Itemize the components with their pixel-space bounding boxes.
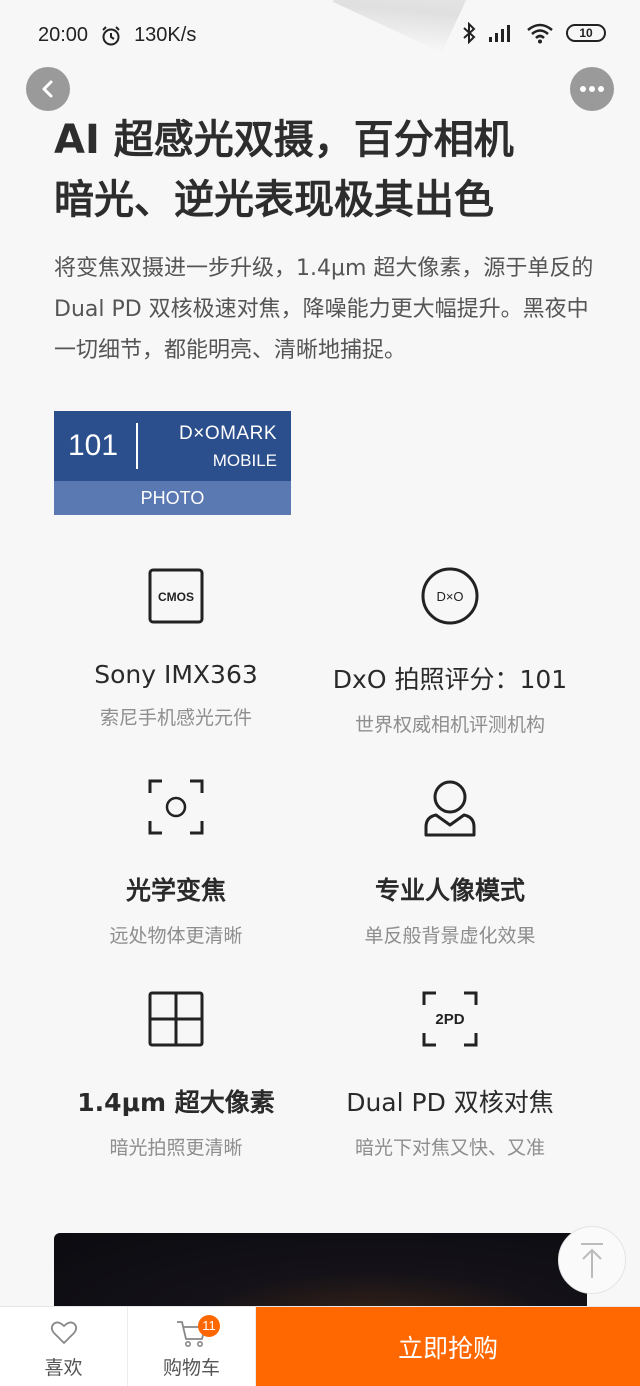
feature-portrait-mode: 专业人像模式 单反般背景虚化效果: [300, 777, 600, 948]
more-dots-icon: [580, 86, 604, 92]
wifi-icon: [527, 23, 553, 44]
headline: AI 超感光双摄，百分相机 暗光、逆光表现极其出色: [54, 110, 614, 230]
cart-count-badge: 11: [198, 1315, 220, 1337]
feature-desc: 远处物体更清晰: [109, 925, 243, 947]
status-bar: 20:00 130K/s 10: [0, 0, 640, 70]
chevron-left-icon: [42, 80, 53, 98]
dxomark-category: MOBILE: [212, 451, 277, 470]
feature-desc: 暗光拍照更清晰: [109, 1137, 243, 1159]
cmos-icon-label: CMOS: [158, 590, 194, 604]
signal-icon: [489, 25, 510, 42]
dxomark-badge-top: 101 D×OMARK MOBILE: [54, 411, 291, 481]
feature-title: Sony IMX363: [94, 660, 258, 689]
headline-line-2: 暗光、逆光表现极其出色: [54, 177, 494, 223]
arrow-up-icon: [581, 1243, 603, 1278]
dxomark-subcategory: PHOTO: [54, 481, 291, 515]
dxo-icon: D×O: [421, 567, 479, 625]
feature-title: 1.4μm 超大像素: [77, 1088, 275, 1117]
headline-line-1: AI 超感光双摄，百分相机: [54, 117, 514, 163]
back-to-top-button[interactable]: [558, 1226, 626, 1294]
dxomark-brand: D×OMARK: [179, 423, 277, 444]
feature-title: DxO 拍照评分：101: [332, 665, 568, 694]
bottom-action-bar: 喜欢 11 购物车 立即抢购: [0, 1306, 640, 1386]
status-right: 10: [462, 22, 606, 44]
zoom-icon: [148, 779, 204, 835]
status-left: 20:00 130K/s: [38, 24, 196, 47]
feature-desc: 索尼手机感光元件: [99, 707, 252, 729]
dxomark-badge: 101 D×OMARK MOBILE PHOTO: [54, 411, 291, 515]
feature-title: Dual PD 双核对焦: [346, 1088, 554, 1117]
feature-large-pixel: 1.4μm 超大像素 暗光拍照更清晰: [26, 989, 326, 1160]
feature-title: 光学变焦: [125, 876, 226, 905]
cart-button[interactable]: 11 购物车: [128, 1307, 256, 1386]
favorite-button[interactable]: 喜欢: [0, 1307, 128, 1386]
feature-optical-zoom: 光学变焦 远处物体更清晰: [26, 777, 326, 948]
product-page: 20:00 130K/s 10 AI 超感光双摄，百分相机 暗光、逆光表现极其出…: [0, 0, 640, 1386]
feature-desc: 单反般背景虚化效果: [364, 925, 536, 947]
dxomark-divider: [136, 423, 138, 469]
battery-indicator: 10: [566, 24, 606, 42]
description-text: 将变焦双摄进一步升级，1.4μm 超大像素，源于单反的 Dual PD 双核极速…: [54, 256, 594, 363]
dxomark-score: 101: [68, 429, 119, 462]
pixel-grid-icon: [148, 991, 204, 1047]
feature-dual-pd: 2PD Dual PD 双核对焦 暗光下对焦又快、又准: [300, 989, 600, 1160]
dual-pd-icon: 2PD: [422, 991, 478, 1047]
alarm-icon: [102, 25, 120, 45]
feature-dxo-score: D×O DxO 拍照评分：101 世界权威相机评测机构: [300, 566, 600, 737]
cmos-icon: CMOS: [148, 568, 204, 624]
network-speed: 130K/s: [134, 24, 197, 46]
status-decoration: [332, 0, 468, 53]
back-button[interactable]: [26, 67, 70, 111]
cart-label: 购物车: [162, 1357, 220, 1379]
buy-now-button[interactable]: 立即抢购: [256, 1307, 640, 1386]
feature-desc: 暗光下对焦又快、又准: [354, 1137, 545, 1159]
more-button[interactable]: [570, 67, 614, 111]
feature-title: 专业人像模式: [374, 876, 525, 905]
feature-sensor: CMOS Sony IMX363 索尼手机感光元件: [26, 566, 326, 730]
favorite-label: 喜欢: [44, 1357, 83, 1379]
status-time: 20:00: [38, 24, 89, 46]
bluetooth-icon: [463, 22, 476, 44]
portrait-icon: [424, 780, 476, 837]
feature-desc: 世界权威相机评测机构: [354, 714, 545, 736]
dxo-icon-label: D×O: [436, 589, 463, 604]
heart-icon: [50, 1321, 77, 1344]
dual-pd-icon-label: 2PD: [435, 1011, 464, 1028]
